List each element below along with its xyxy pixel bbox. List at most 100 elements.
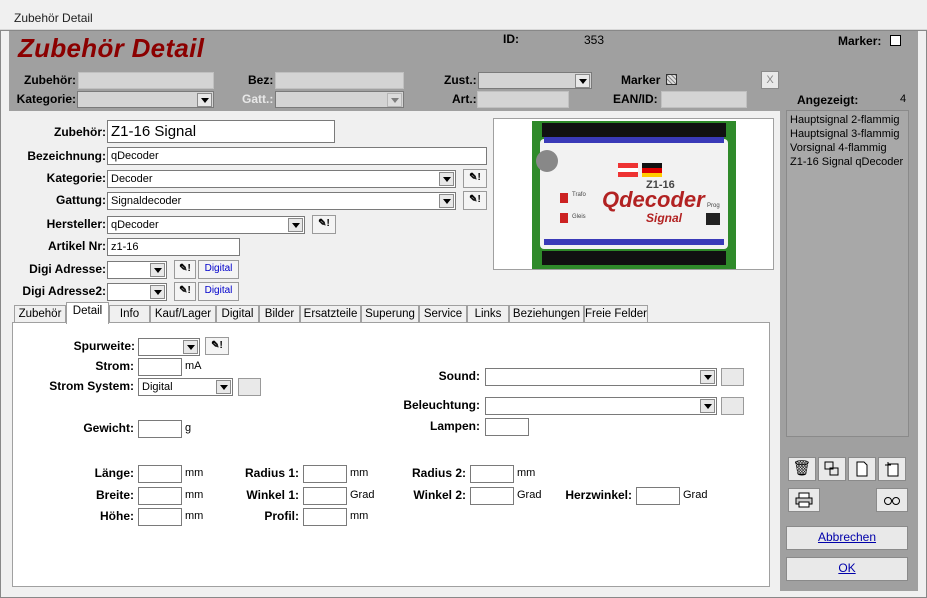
herzwinkel-input[interactable] <box>636 487 680 505</box>
tab-detail[interactable]: Detail <box>66 302 109 324</box>
record-list[interactable]: Hauptsignal 2-flammig Hauptsignal 3-flam… <box>786 110 909 437</box>
artikel-input[interactable]: z1-16 <box>107 238 240 256</box>
radius1-unit: mm <box>350 467 369 479</box>
tab-kauf-lager[interactable]: Kauf/Lager <box>150 305 216 323</box>
digi-adresse2-edit-button[interactable]: ✎! <box>174 282 196 301</box>
id-label: ID: <box>503 32 519 46</box>
beleuchtung-select[interactable] <box>485 397 717 415</box>
photo-side2: Gleis <box>572 214 586 220</box>
bezeichnung-input[interactable]: qDecoder <box>107 147 487 165</box>
abbrechen-button[interactable]: Abbrechen <box>786 526 908 550</box>
winkel2-input[interactable] <box>470 487 514 505</box>
tab-superung[interactable]: Superung <box>361 305 419 323</box>
chevron-down-icon <box>288 218 303 232</box>
hoehe-unit: mm <box>185 510 204 522</box>
photo-prog: Prog <box>707 203 720 209</box>
hoehe-input[interactable] <box>138 508 182 526</box>
filter-kategorie-select[interactable] <box>77 91 214 108</box>
gattung-edit-button[interactable]: ✎! <box>463 191 487 210</box>
marker-checkbox[interactable] <box>890 35 901 46</box>
chevron-down-icon <box>216 380 231 394</box>
laenge-input[interactable] <box>138 465 182 483</box>
product-photo[interactable]: Z1-16 Qdecoder Signal Trafo Gleis Prog <box>493 118 774 270</box>
id-value: 353 <box>584 33 605 47</box>
beleuchtung-more-button[interactable] <box>721 397 744 415</box>
digi-adresse2-digital-button[interactable]: Digital <box>198 282 239 301</box>
digi-adresse2-select[interactable] <box>107 283 167 301</box>
digi-adresse-select[interactable] <box>107 261 167 279</box>
radius1-input[interactable] <box>303 465 347 483</box>
chevron-down-icon <box>700 399 715 413</box>
lampen-label: Lampen: <box>429 419 480 433</box>
window-title: Zubehör Detail <box>14 11 93 25</box>
list-item[interactable]: Hauptsignal 3-flammig <box>790 127 905 141</box>
new-record-button[interactable] <box>848 457 876 481</box>
radius1-label: Radius 1: <box>244 466 299 480</box>
filter-gatt-select[interactable] <box>275 91 404 108</box>
kategorie-select[interactable]: Decoder <box>107 170 456 188</box>
print-button[interactable] <box>788 488 820 512</box>
tab-links[interactable]: Links <box>467 305 509 323</box>
filter-bez-label: Bez: <box>248 73 274 87</box>
tab-bilder[interactable]: Bilder <box>259 305 300 323</box>
stromsystem-more-button[interactable] <box>238 378 261 396</box>
radius2-input[interactable] <box>470 465 514 483</box>
strom-input[interactable] <box>138 358 182 376</box>
filter-zust-select[interactable] <box>478 72 592 89</box>
gattung-select[interactable]: Signaldecoder <box>107 192 456 210</box>
delete-button[interactable]: 🗑 <box>788 457 816 481</box>
list-item[interactable]: Vorsignal 4-flammig <box>790 141 905 155</box>
kategorie-edit-button[interactable]: ✎! <box>463 169 487 188</box>
photo-sub: Signal <box>646 211 683 225</box>
filter-close-button[interactable]: X <box>761 71 779 89</box>
tab-ersatzteile[interactable]: Ersatzteile <box>300 305 361 323</box>
filter-art-input[interactable] <box>477 91 569 108</box>
spurweite-select[interactable] <box>138 338 200 356</box>
tab-service[interactable]: Service <box>419 305 467 323</box>
add-document-icon <box>885 462 899 477</box>
hersteller-edit-button[interactable]: ✎! <box>312 215 336 234</box>
laenge-unit: mm <box>185 467 204 479</box>
add-record-button[interactable] <box>878 457 906 481</box>
digi-adresse-edit-button[interactable]: ✎! <box>174 260 196 279</box>
spurweite-edit-button[interactable]: ✎! <box>205 337 229 355</box>
sound-more-button[interactable] <box>721 368 744 386</box>
stromsystem-select[interactable]: Digital <box>138 378 233 396</box>
gewicht-input[interactable] <box>138 420 182 438</box>
view-button[interactable] <box>876 488 908 512</box>
tab-info[interactable]: Info <box>109 305 150 323</box>
artikel-label: Artikel Nr: <box>47 239 106 253</box>
photo-brand: Qdecoder <box>602 187 705 212</box>
profil-input[interactable] <box>303 508 347 526</box>
list-item[interactable]: Z1-16 Signal qDecoder <box>790 155 905 169</box>
chevron-down-icon <box>150 285 165 299</box>
filter-zubehoer-input[interactable] <box>78 72 214 89</box>
winkel1-input[interactable] <box>303 487 347 505</box>
hersteller-select[interactable]: qDecoder <box>107 216 305 234</box>
breite-unit: mm <box>185 489 204 501</box>
digi-adresse-digital-button[interactable]: Digital <box>198 260 239 279</box>
chevron-down-icon <box>575 74 590 88</box>
chevron-down-icon <box>439 194 454 208</box>
breite-input[interactable] <box>138 487 182 505</box>
filter-ean-input[interactable] <box>661 91 747 108</box>
filter-marker-checkbox[interactable] <box>666 74 677 85</box>
zubehoer-input[interactable]: Z1-16 Signal <box>107 120 335 143</box>
lampen-input[interactable] <box>485 418 529 436</box>
list-item[interactable]: Hauptsignal 2-flammig <box>790 113 905 127</box>
filter-zust-label: Zust.: <box>444 73 477 87</box>
chevron-down-icon <box>183 340 198 354</box>
profil-unit: mm <box>350 510 369 522</box>
tab-digital[interactable]: Digital <box>216 305 259 323</box>
winkel1-label: Winkel 1: <box>246 488 299 502</box>
radius2-unit: mm <box>517 467 536 479</box>
filter-bez-input[interactable] <box>275 72 404 89</box>
ok-button[interactable]: OK <box>786 557 908 581</box>
tab-zubehoer[interactable]: Zubehör <box>14 305 66 323</box>
tab-freie-felder[interactable]: Freie Felder <box>584 305 648 323</box>
breite-label: Breite: <box>95 488 134 502</box>
tab-beziehungen[interactable]: Beziehungen <box>509 305 584 323</box>
sound-select[interactable] <box>485 368 717 386</box>
gewicht-unit: g <box>185 422 192 434</box>
copy-record-button[interactable] <box>818 457 846 481</box>
